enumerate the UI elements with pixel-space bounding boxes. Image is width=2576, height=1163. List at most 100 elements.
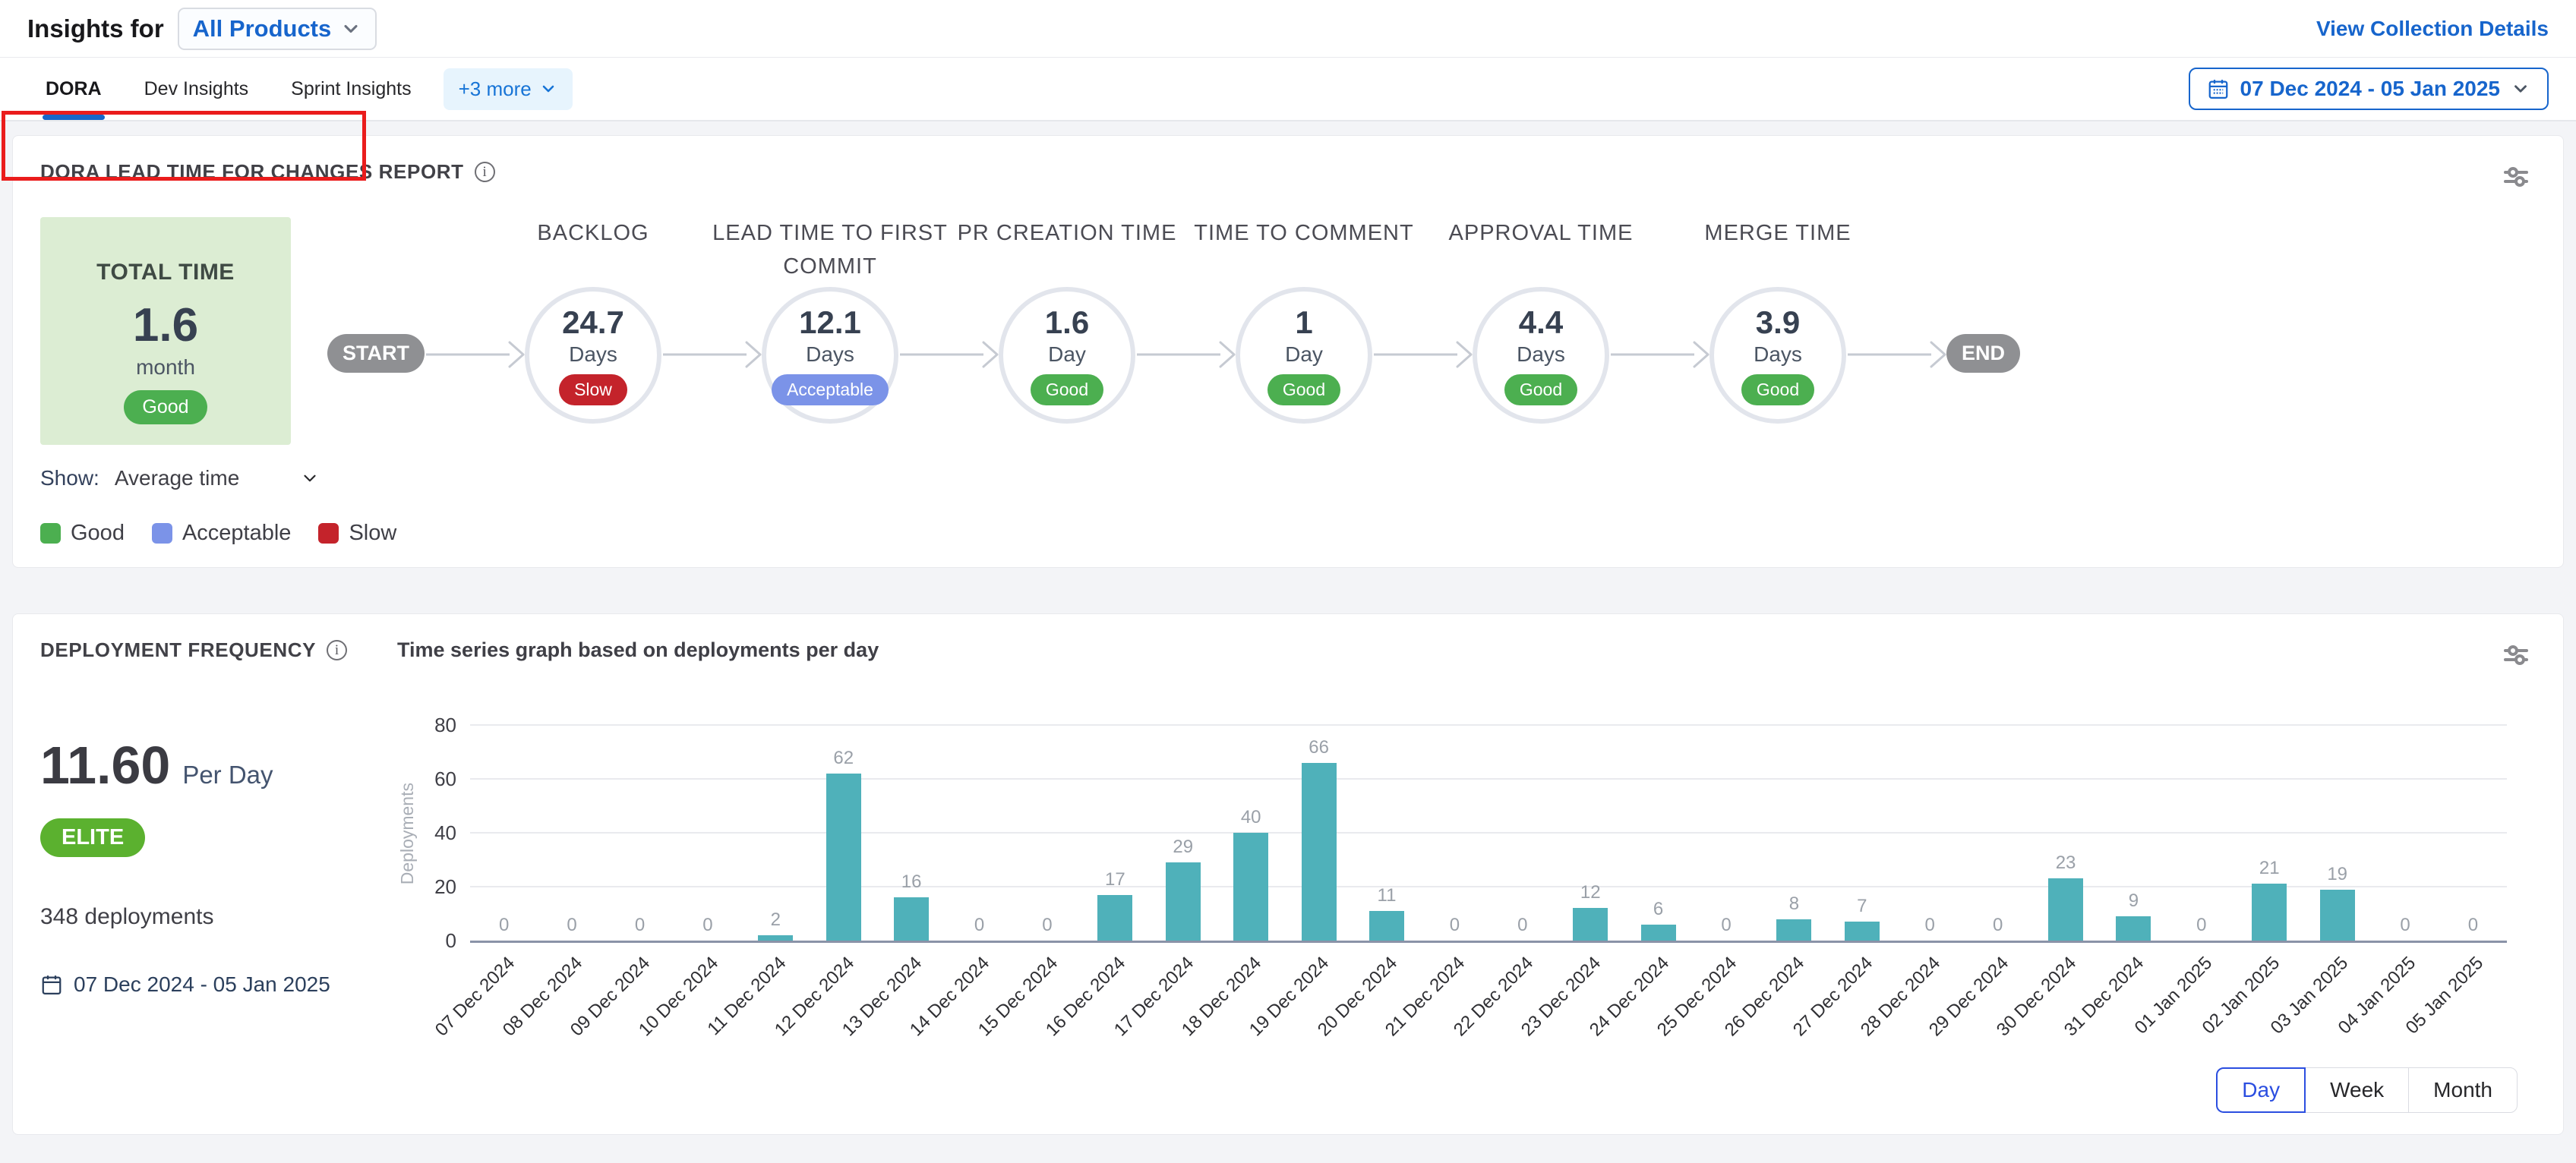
deployment-bar (1166, 862, 1201, 941)
legend-item-good: Good (40, 521, 125, 546)
bar-slot: 931 Dec 2024 (2100, 727, 2167, 941)
total-time-value: 1.6 (133, 302, 198, 349)
report-tabs: DORA Dev Insights Sprint Insights (27, 58, 430, 120)
deployment-bar (2252, 884, 2287, 941)
y-axis-tick: 20 (417, 877, 456, 897)
stage-unit: Days (1754, 342, 1802, 367)
bar-value-label: 9 (2129, 890, 2139, 912)
status-legend: GoodAcceptableSlow (40, 521, 2536, 546)
date-range-picker[interactable]: 07 Dec 2024 - 05 Jan 2025 (2189, 68, 2549, 110)
chart-settings-icon[interactable] (2499, 638, 2533, 676)
tab-label: DORA (46, 78, 102, 100)
deployment-date-range: 07 Dec 2024 - 05 Jan 2025 (40, 972, 397, 997)
y-axis-label: Deployments (397, 727, 418, 941)
legend-item-slow: Slow (318, 521, 396, 546)
info-icon[interactable] (475, 162, 495, 182)
bar-value-label: 8 (1789, 894, 1799, 915)
bar-slot: 1120 Dec 2024 (1353, 727, 1420, 941)
page-title: Insights for (27, 14, 164, 43)
stage-unit: Days (806, 342, 854, 367)
bar-slot: 028 Dec 2024 (1896, 727, 1964, 941)
bar-value-label: 19 (2327, 864, 2347, 885)
deployment-bar (2048, 878, 2083, 941)
chevron-down-icon (340, 18, 361, 39)
deployment-count: 348 deployments (40, 904, 397, 930)
more-tabs-dropdown[interactable]: +3 more (444, 68, 573, 110)
tab-label: Sprint Insights (291, 78, 411, 100)
bar-value-label: 0 (1993, 915, 2003, 936)
chart-settings-icon[interactable] (2499, 160, 2533, 197)
tab-dev-insights[interactable]: Dev Insights (126, 58, 267, 120)
stage-lead-time-to-first-commit: LEAD TIME TO FIRST COMMIT12.1DaysAccepta… (762, 217, 898, 424)
stage-circle: 24.7DaysSlow (525, 287, 661, 424)
view-collection-details-link[interactable]: View Collection Details (2316, 17, 2549, 41)
show-value: Average time (115, 466, 239, 490)
bar-value-label: 0 (1721, 915, 1731, 936)
tab-dora[interactable]: DORA (27, 58, 120, 120)
chevron-down-icon (2511, 79, 2530, 99)
deployment-bar (2116, 916, 2151, 941)
bar-slot: 025 Dec 2024 (1692, 727, 1760, 941)
bar-value-label: 0 (1450, 915, 1460, 936)
stage-status-badge: Good (1741, 374, 1814, 405)
y-axis-tick: 60 (417, 769, 456, 789)
bar-slot: 6212 Dec 2024 (810, 727, 877, 941)
tab-sprint-insights[interactable]: Sprint Insights (273, 58, 429, 120)
stage-circle: 1DayGood (1236, 287, 1372, 424)
info-icon[interactable] (327, 640, 347, 660)
lead-time-card: DORA LEAD TIME FOR CHANGES REPORT TOTAL … (12, 135, 2564, 568)
show-metric-dropdown[interactable]: Show: Average time (40, 466, 320, 490)
bar-value-label: 0 (1517, 915, 1527, 936)
stage-status-badge: Good (1031, 374, 1103, 405)
bar-value-label: 12 (1580, 882, 1601, 903)
granularity-week[interactable]: Week (2305, 1067, 2409, 1113)
bar-slot: 727 Dec 2024 (1828, 727, 1896, 941)
granularity-day[interactable]: Day (2216, 1067, 2306, 1113)
bar-slot: 624 Dec 2024 (1624, 727, 1692, 941)
calendar-icon (40, 973, 63, 996)
deployments-bar-chart: Deployments 020406080007 Dec 2024008 Dec… (470, 727, 2507, 943)
flow-arrow-icon (1846, 338, 1946, 375)
bar-value-label: 0 (635, 915, 645, 936)
flow-arrow-icon (1372, 338, 1473, 375)
product-selector-dropdown[interactable]: All Products (178, 8, 377, 50)
y-axis-tick: 40 (417, 823, 456, 843)
bar-slot: 005 Jan 2025 (2439, 727, 2507, 941)
deployment-bar (758, 935, 793, 941)
bar-slot: 007 Dec 2024 (470, 727, 538, 941)
bar-slot: 1613 Dec 2024 (877, 727, 945, 941)
tab-bar: DORADev InsightsSprint Insights +3 more … (0, 58, 2576, 121)
stage-circle: 1.6DayGood (999, 287, 1135, 424)
lead-time-card-title: DORA LEAD TIME FOR CHANGES REPORT (40, 160, 464, 184)
bar-value-label: 6 (1653, 899, 1663, 920)
deployment-bar (2320, 890, 2355, 941)
gridline (470, 724, 2507, 726)
granularity-toggle: DayWeekMonth (397, 1067, 2528, 1113)
bar-slot: 014 Dec 2024 (945, 727, 1013, 941)
product-selector-value: All Products (193, 15, 332, 43)
total-time-label: TOTAL TIME (96, 260, 235, 285)
deployment-bar (1233, 833, 1268, 941)
tab-label: Dev Insights (144, 78, 249, 100)
bar-slot: 015 Dec 2024 (1013, 727, 1081, 941)
bar-value-label: 40 (1241, 807, 1261, 828)
flow-start-pill: START (327, 334, 425, 373)
bar-value-label: 62 (833, 748, 854, 769)
deployment-card-title: DEPLOYMENT FREQUENCY (40, 638, 316, 662)
show-label: Show: (40, 466, 99, 490)
bar-slot: 1903 Jan 2025 (2303, 727, 2371, 941)
stage-circle: 3.9DaysGood (1709, 287, 1846, 424)
bar-value-label: 2 (771, 909, 781, 931)
bar-slot: 826 Dec 2024 (1760, 727, 1828, 941)
total-time-unit: month (136, 355, 195, 380)
bar-value-label: 21 (2259, 858, 2280, 879)
flow-arrow-icon (661, 338, 762, 375)
stage-unit: Days (569, 342, 617, 367)
legend-label: Slow (349, 521, 396, 546)
bar-slot: 211 Dec 2024 (742, 727, 810, 941)
deployment-bar (1302, 763, 1337, 941)
granularity-month[interactable]: Month (2408, 1067, 2518, 1113)
stage-approval-time: APPROVAL TIME4.4DaysGood (1473, 217, 1609, 424)
stage-circle: 12.1DaysAcceptable (762, 287, 898, 424)
more-tabs-label: +3 more (459, 77, 532, 101)
